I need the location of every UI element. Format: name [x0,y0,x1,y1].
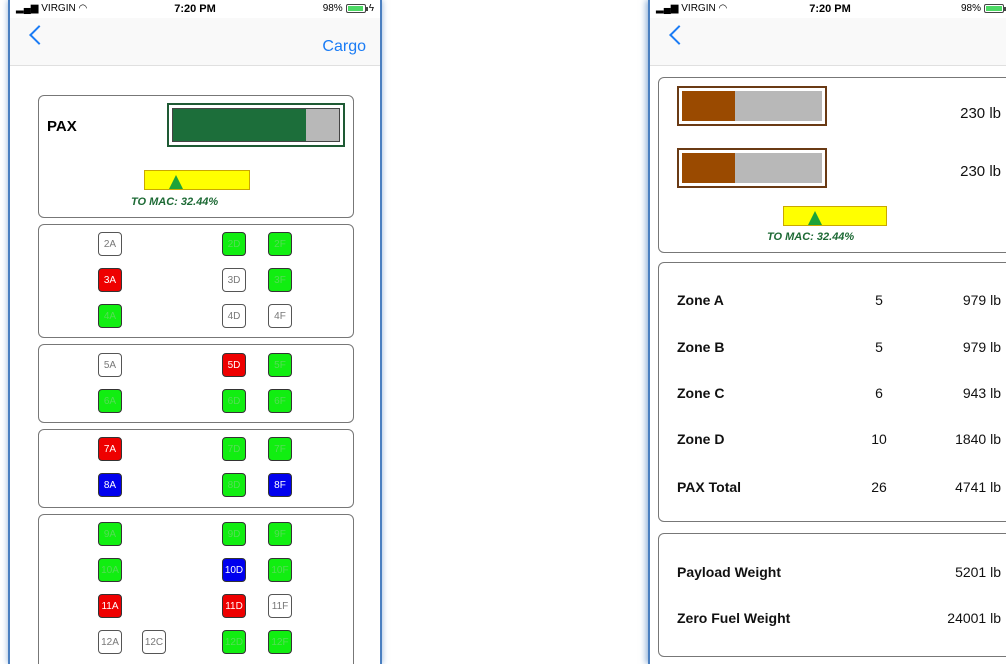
back-chevron-icon[interactable] [669,25,689,45]
seat-5a[interactable]: 5A [98,353,122,377]
seat-zone-b [38,344,354,423]
mac-indicator-bar-right [783,206,887,226]
seat-6f[interactable]: 6F [268,389,292,413]
back-chevron-icon[interactable] [29,25,49,45]
zone-c-label: Zone C [677,385,725,401]
seat-11f[interactable]: 11F [268,594,292,618]
zone-b-label: Zone B [677,339,725,355]
payload-weight-value: 5201 lb [955,564,1001,580]
mac-pointer-icon [169,175,184,189]
zone-d-label: Zone D [677,431,725,447]
zone-c-weight: 943 lb [962,385,1001,401]
seat-11a[interactable]: 11A [98,594,122,618]
cargo-nav-button[interactable]: Cargo [322,38,366,56]
seat-zone-a [38,224,354,338]
payload-weight-label: Payload Weight [677,564,781,580]
seat-12c[interactable]: 12C [142,630,166,654]
phone-right-screen: ▂▄▆ VIRGIN ◠ 7:20 PM 98% 230 lb 230 lb T… [648,0,1006,664]
seat-11d[interactable]: 11D [222,594,246,618]
seat-10d[interactable]: 10D [222,558,246,582]
charging-bolt-icon: ϟ [368,3,374,14]
mac-label: TO MAC: 32.44% [131,196,219,208]
phone-left-screen: ▂▄▆ VIRGIN ◠ 7:20 PM 98% ϟ Cargo PAX TO M… [8,0,382,664]
battery-percent: 98% [322,3,343,14]
seat-9f[interactable]: 9F [268,522,292,546]
zero-fuel-weight-label: Zero Fuel Weight [677,610,791,626]
battery-percent-right: 98% [960,3,981,14]
seat-3d[interactable]: 3D [222,268,246,292]
mac-indicator-bar [144,170,250,190]
battery-icon [984,4,1006,13]
zone-d-weight: 1840 lb [955,431,1001,447]
battery-indicator-right: 98% [960,3,1006,14]
nav-bar-right [650,18,1006,66]
zone-a-weight: 979 lb [962,292,1001,308]
cargo-panel: 230 lb 230 lb TO MAC: 32.44% [658,77,1006,253]
seat-3f[interactable]: 3F [268,268,292,292]
seat-4f[interactable]: 4F [268,304,292,328]
seat-4d[interactable]: 4D [222,304,246,328]
pax-load-bar [167,103,345,147]
zero-fuel-weight-value: 24001 lb [947,610,1001,626]
zone-a-count: 5 [875,292,883,308]
cargo-weight-2: 230 lb [960,163,1001,180]
seat-zone-c [38,429,354,508]
seat-8f[interactable]: 8F [268,473,292,497]
status-bar: ▂▄▆ VIRGIN ◠ 7:20 PM 98% ϟ [10,0,380,18]
seat-7f[interactable]: 7F [268,437,292,461]
seat-2d[interactable]: 2D [222,232,246,256]
pax-label: PAX [47,118,77,135]
seat-8a[interactable]: 8A [98,473,122,497]
zone-a-label: Zone A [677,292,724,308]
seat-10f[interactable]: 10F [268,558,292,582]
seat-7d[interactable]: 7D [222,437,246,461]
seat-2f[interactable]: 2F [268,232,292,256]
cargo-fill-1 [682,91,736,121]
seat-4a[interactable]: 4A [98,304,122,328]
seat-3a[interactable]: 3A [98,268,122,292]
seat-9a[interactable]: 9A [98,522,122,546]
seat-7a[interactable]: 7A [98,437,122,461]
mac-pointer-icon [807,211,822,225]
seat-12f[interactable]: 12F [268,630,292,654]
pax-total-count: 26 [871,479,887,495]
cargo-bar-2 [677,148,827,188]
pax-total-label: PAX Total [677,479,742,495]
seat-12d[interactable]: 12D [222,630,246,654]
zone-b-count: 5 [875,339,883,355]
zone-b-weight: 979 lb [962,339,1001,355]
battery-indicator: 98% ϟ [323,3,374,14]
zone-c-count: 6 [875,385,883,401]
pax-summary-panel: PAX TO MAC: 32.44% [38,95,354,218]
seat-5f[interactable]: 5F [268,353,292,377]
totals-panel: Payload Weight 5201 lb Zero Fuel Weight … [658,533,1006,657]
battery-icon [345,4,368,13]
cargo-bar-1 [677,86,827,126]
clock-right: 7:20 PM [809,3,851,15]
seat-9d[interactable]: 9D [222,522,246,546]
seat-6d[interactable]: 6D [222,389,246,413]
mac-label-right: TO MAC: 32.44% [767,231,855,243]
cargo-fill-2 [682,153,736,183]
pax-load-fill [173,109,306,141]
seat-12a[interactable]: 12A [98,630,122,654]
status-bar-right: ▂▄▆ VIRGIN ◠ 7:20 PM 98% [650,0,1006,18]
pax-total-weight: 4741 lb [955,479,1001,495]
seat-6a[interactable]: 6A [98,389,122,413]
seat-10a[interactable]: 10A [98,558,122,582]
seat-8d[interactable]: 8D [222,473,246,497]
zone-d-count: 10 [871,431,887,447]
cargo-weight-1: 230 lb [960,105,1001,122]
nav-bar: Cargo [10,18,380,66]
seat-5d[interactable]: 5D [222,353,246,377]
seat-2a[interactable]: 2A [98,232,122,256]
seat-zone-d [38,514,354,664]
zones-panel: Zone A 5 979 lb Zone B 5 979 lb Zone C 6… [658,262,1006,522]
